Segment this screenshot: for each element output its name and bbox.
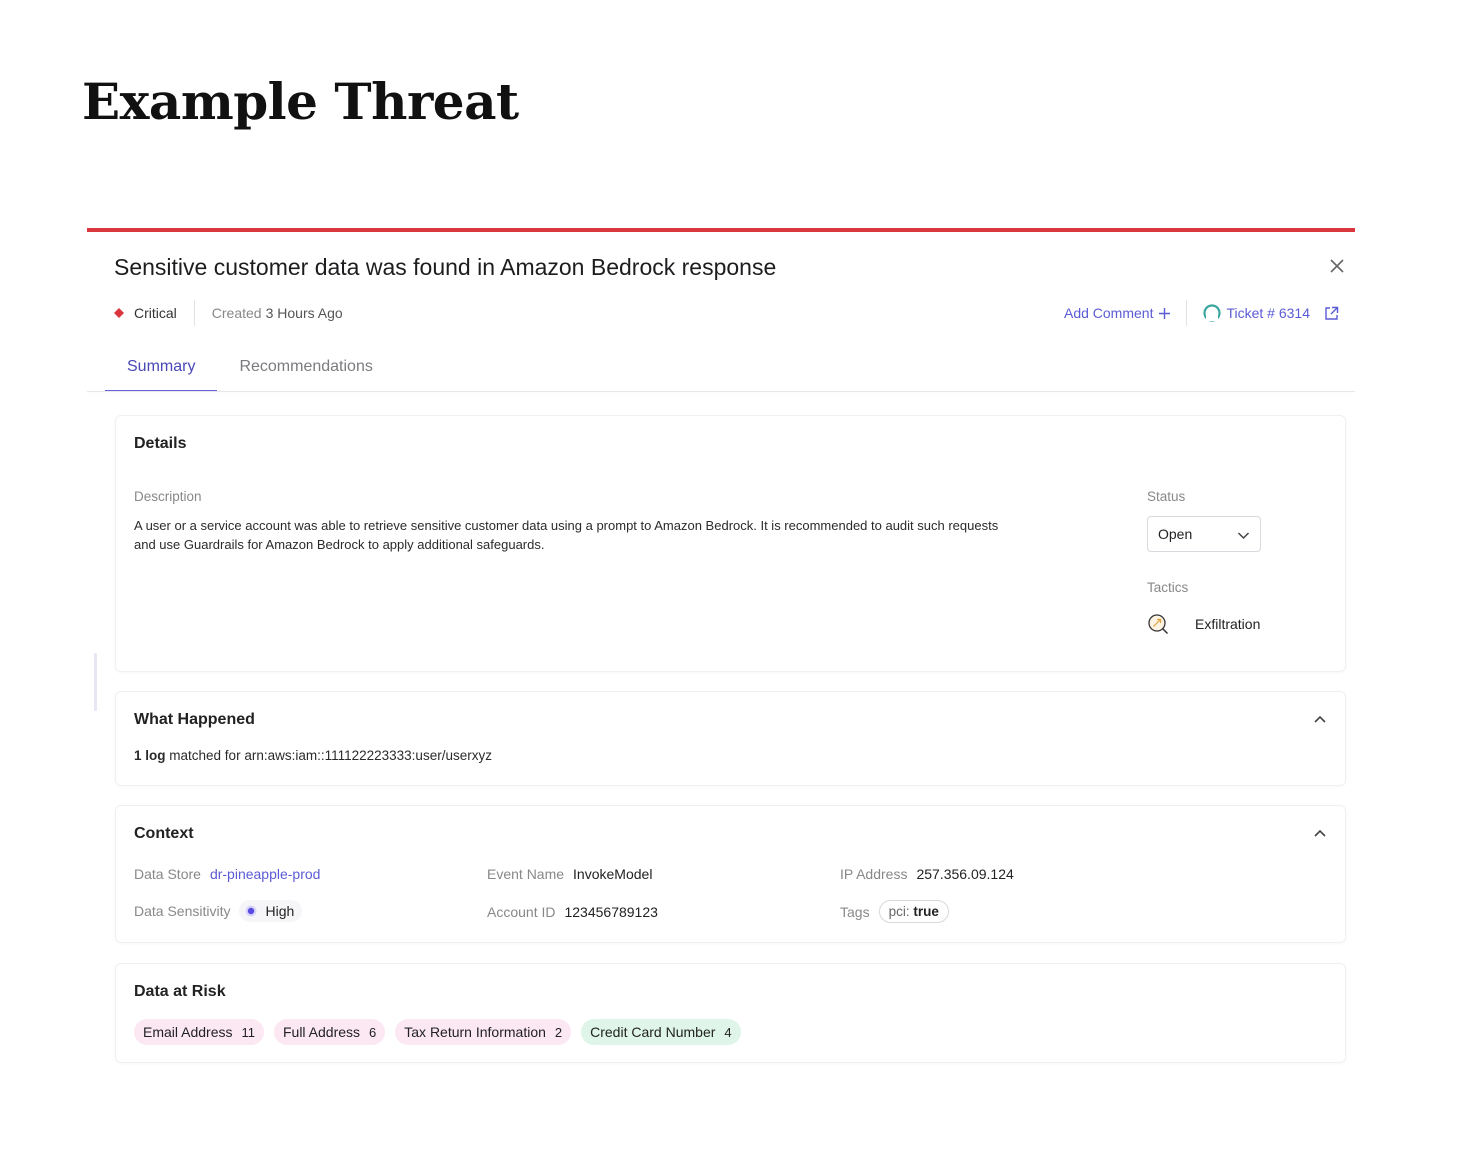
threat-actions: Add Comment Ticket # 6314 xyxy=(1064,300,1339,326)
details-title: Details xyxy=(134,435,187,452)
divider xyxy=(1186,300,1188,326)
chevron-down-icon xyxy=(1237,532,1250,540)
ticket-label: Ticket # 6314 xyxy=(1226,305,1310,321)
divider xyxy=(193,300,195,326)
description-text: A user or a service account was able to … xyxy=(134,518,999,552)
threat-panel: Sensitive customer data was found in Ama… xyxy=(87,228,1355,1078)
threat-meta: Critical Created 3 Hours Ago xyxy=(114,300,343,326)
data-sensitivity-label: Data Sensitivity xyxy=(134,903,231,919)
status-label: Status xyxy=(1147,489,1186,504)
tab-bar: Summary Recommendations xyxy=(105,352,395,392)
add-comment-button[interactable]: Add Comment xyxy=(1063,305,1171,321)
risk-pill-label: Full Address xyxy=(282,1024,361,1040)
data-store-link[interactable]: dr-pineapple-prod xyxy=(210,866,321,882)
external-link-icon[interactable] xyxy=(1324,306,1339,321)
what-happened-title: What Happened xyxy=(134,711,255,728)
risk-pill-count: 4 xyxy=(724,1024,732,1040)
status-dropdown[interactable]: Open xyxy=(1147,516,1261,552)
event-name-label: Event Name xyxy=(487,866,565,882)
created-value: 3 Hours Ago xyxy=(265,305,343,321)
risk-pill-label: Email Address xyxy=(143,1024,233,1040)
critical-icon xyxy=(114,308,124,318)
what-happened-text: 1 log matched for arn:aws:iam::111122223… xyxy=(134,748,492,763)
what-happened-card: What Happened 1 log matched for arn:aws:… xyxy=(115,691,1346,786)
sensitivity-badge: High xyxy=(239,900,303,922)
risk-pill-label: Credit Card Number xyxy=(590,1024,716,1040)
event-name-field: Event Name InvokeModel xyxy=(487,866,652,882)
risk-pill-label: Tax Return Information xyxy=(404,1024,546,1040)
tag-pill: pci: true xyxy=(878,900,949,923)
context-title: Context xyxy=(134,825,194,842)
tab-recommendations[interactable]: Recommendations xyxy=(217,352,394,392)
tags-label: Tags xyxy=(840,903,870,920)
tab-summary[interactable]: Summary xyxy=(105,352,218,392)
account-id-field: Account ID 123456789123 xyxy=(487,904,658,920)
data-at-risk-card: Data at Risk Email Address 11 Full Addre… xyxy=(115,963,1346,1063)
threat-title: Sensitive customer data was found in Ama… xyxy=(114,254,777,280)
data-at-risk-title: Data at Risk xyxy=(134,983,226,1000)
tag-key: pci: xyxy=(888,904,910,919)
risk-pill-count: 11 xyxy=(241,1024,255,1040)
risk-pill-count: 6 xyxy=(369,1024,377,1040)
chevron-up-icon[interactable] xyxy=(1313,712,1327,726)
risk-pill-credit-card[interactable]: Credit Card Number 4 xyxy=(581,1019,741,1045)
ip-address-field: IP Address 257.356.09.124 xyxy=(840,866,1014,882)
chevron-up-icon[interactable] xyxy=(1313,826,1327,840)
risk-pill-count: 2 xyxy=(554,1024,563,1040)
tactic-item: Exfiltration xyxy=(1147,613,1260,635)
tag-value: true xyxy=(913,904,939,919)
add-comment-label: Add Comment xyxy=(1063,305,1154,321)
risk-pill-email-address[interactable]: Email Address 11 xyxy=(134,1019,264,1045)
plus-icon xyxy=(1159,307,1171,319)
data-sensitivity-field: Data Sensitivity High xyxy=(134,900,303,922)
ticket-icon xyxy=(1203,304,1222,322)
tactics-label: Tactics xyxy=(1147,580,1189,595)
log-count: 1 log xyxy=(134,748,166,763)
description-label: Description xyxy=(134,489,202,504)
exfiltration-icon xyxy=(1148,614,1169,635)
created-label: Created xyxy=(211,305,262,321)
close-icon[interactable] xyxy=(1329,258,1345,274)
context-card: Context Data Store dr-pineapple-prod Eve… xyxy=(115,805,1346,943)
tab-divider xyxy=(87,391,1355,392)
data-store-label: Data Store xyxy=(134,866,201,882)
risk-pill-tax-return[interactable]: Tax Return Information 2 xyxy=(395,1019,572,1045)
account-id-label: Account ID xyxy=(487,904,556,920)
event-name-value: InvokeModel xyxy=(573,866,653,882)
sensitivity-dot-icon xyxy=(245,905,257,917)
details-card: Details Description A user or a service … xyxy=(115,415,1346,672)
tactic-label: Exfiltration xyxy=(1195,616,1261,632)
tags-field: Tags pci: true xyxy=(840,900,949,923)
ip-address-value: 257.356.09.124 xyxy=(916,866,1014,882)
sensitivity-value: High xyxy=(265,903,295,919)
ip-address-label: IP Address xyxy=(840,866,908,882)
severity-label: Critical xyxy=(134,305,177,321)
data-store-field: Data Store dr-pineapple-prod xyxy=(134,866,320,882)
ticket-link[interactable]: Ticket # 6314 xyxy=(1203,304,1310,322)
log-match-text: matched for arn:aws:iam::111122223333:us… xyxy=(169,748,492,763)
risk-pill-list: Email Address 11 Full Address 6 Tax Retu… xyxy=(134,1019,751,1045)
page-title: Example Threat xyxy=(82,72,519,131)
risk-pill-full-address[interactable]: Full Address 6 xyxy=(273,1019,386,1045)
severity-rule xyxy=(87,228,1355,232)
status-value: Open xyxy=(1158,526,1193,542)
account-id-value: 123456789123 xyxy=(564,904,658,920)
